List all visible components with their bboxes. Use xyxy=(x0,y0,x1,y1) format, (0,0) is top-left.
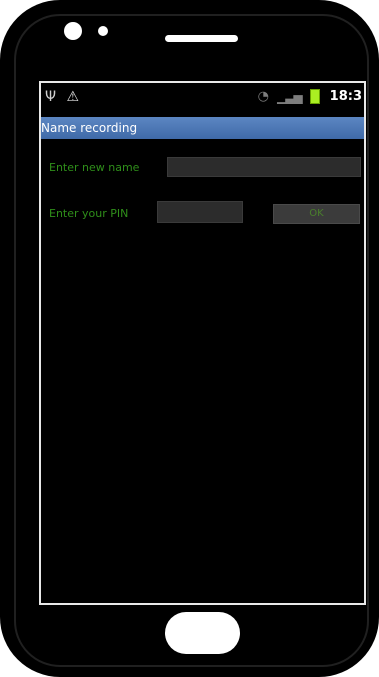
device-screen: Ψ ⚠ ◔ ▁▃▅ 18:3 Name recording Enter new … xyxy=(39,81,366,605)
name-label: Enter new name xyxy=(49,161,140,174)
status-bar: Ψ ⚠ ◔ ▁▃▅ 18:3 xyxy=(41,83,364,117)
signal-icon: ▁▃▅ xyxy=(276,89,303,104)
usb-icon: Ψ xyxy=(45,89,57,105)
pin-label: Enter your PIN xyxy=(49,207,129,220)
pin-input[interactable] xyxy=(157,201,243,223)
home-button[interactable] xyxy=(165,612,240,654)
wifi-icon: ◔ xyxy=(257,89,269,104)
status-left-icons: Ψ ⚠ xyxy=(45,89,85,105)
name-input[interactable] xyxy=(167,157,361,177)
phone-frame: Ψ ⚠ ◔ ▁▃▅ 18:3 Name recording Enter new … xyxy=(0,0,379,677)
form-area: Enter new name Enter your PIN OK xyxy=(41,139,364,599)
warning-icon: ⚠ xyxy=(66,89,80,105)
ok-button[interactable]: OK xyxy=(273,204,360,224)
proximity-sensor-icon xyxy=(98,26,108,36)
status-right-icons: ◔ ▁▃▅ 18:3 xyxy=(258,89,362,104)
battery-icon xyxy=(309,89,320,104)
status-time: 18:3 xyxy=(329,89,362,104)
app-title-bar: Name recording xyxy=(41,117,364,139)
front-camera-icon xyxy=(64,22,82,40)
earpiece-speaker xyxy=(165,35,238,42)
